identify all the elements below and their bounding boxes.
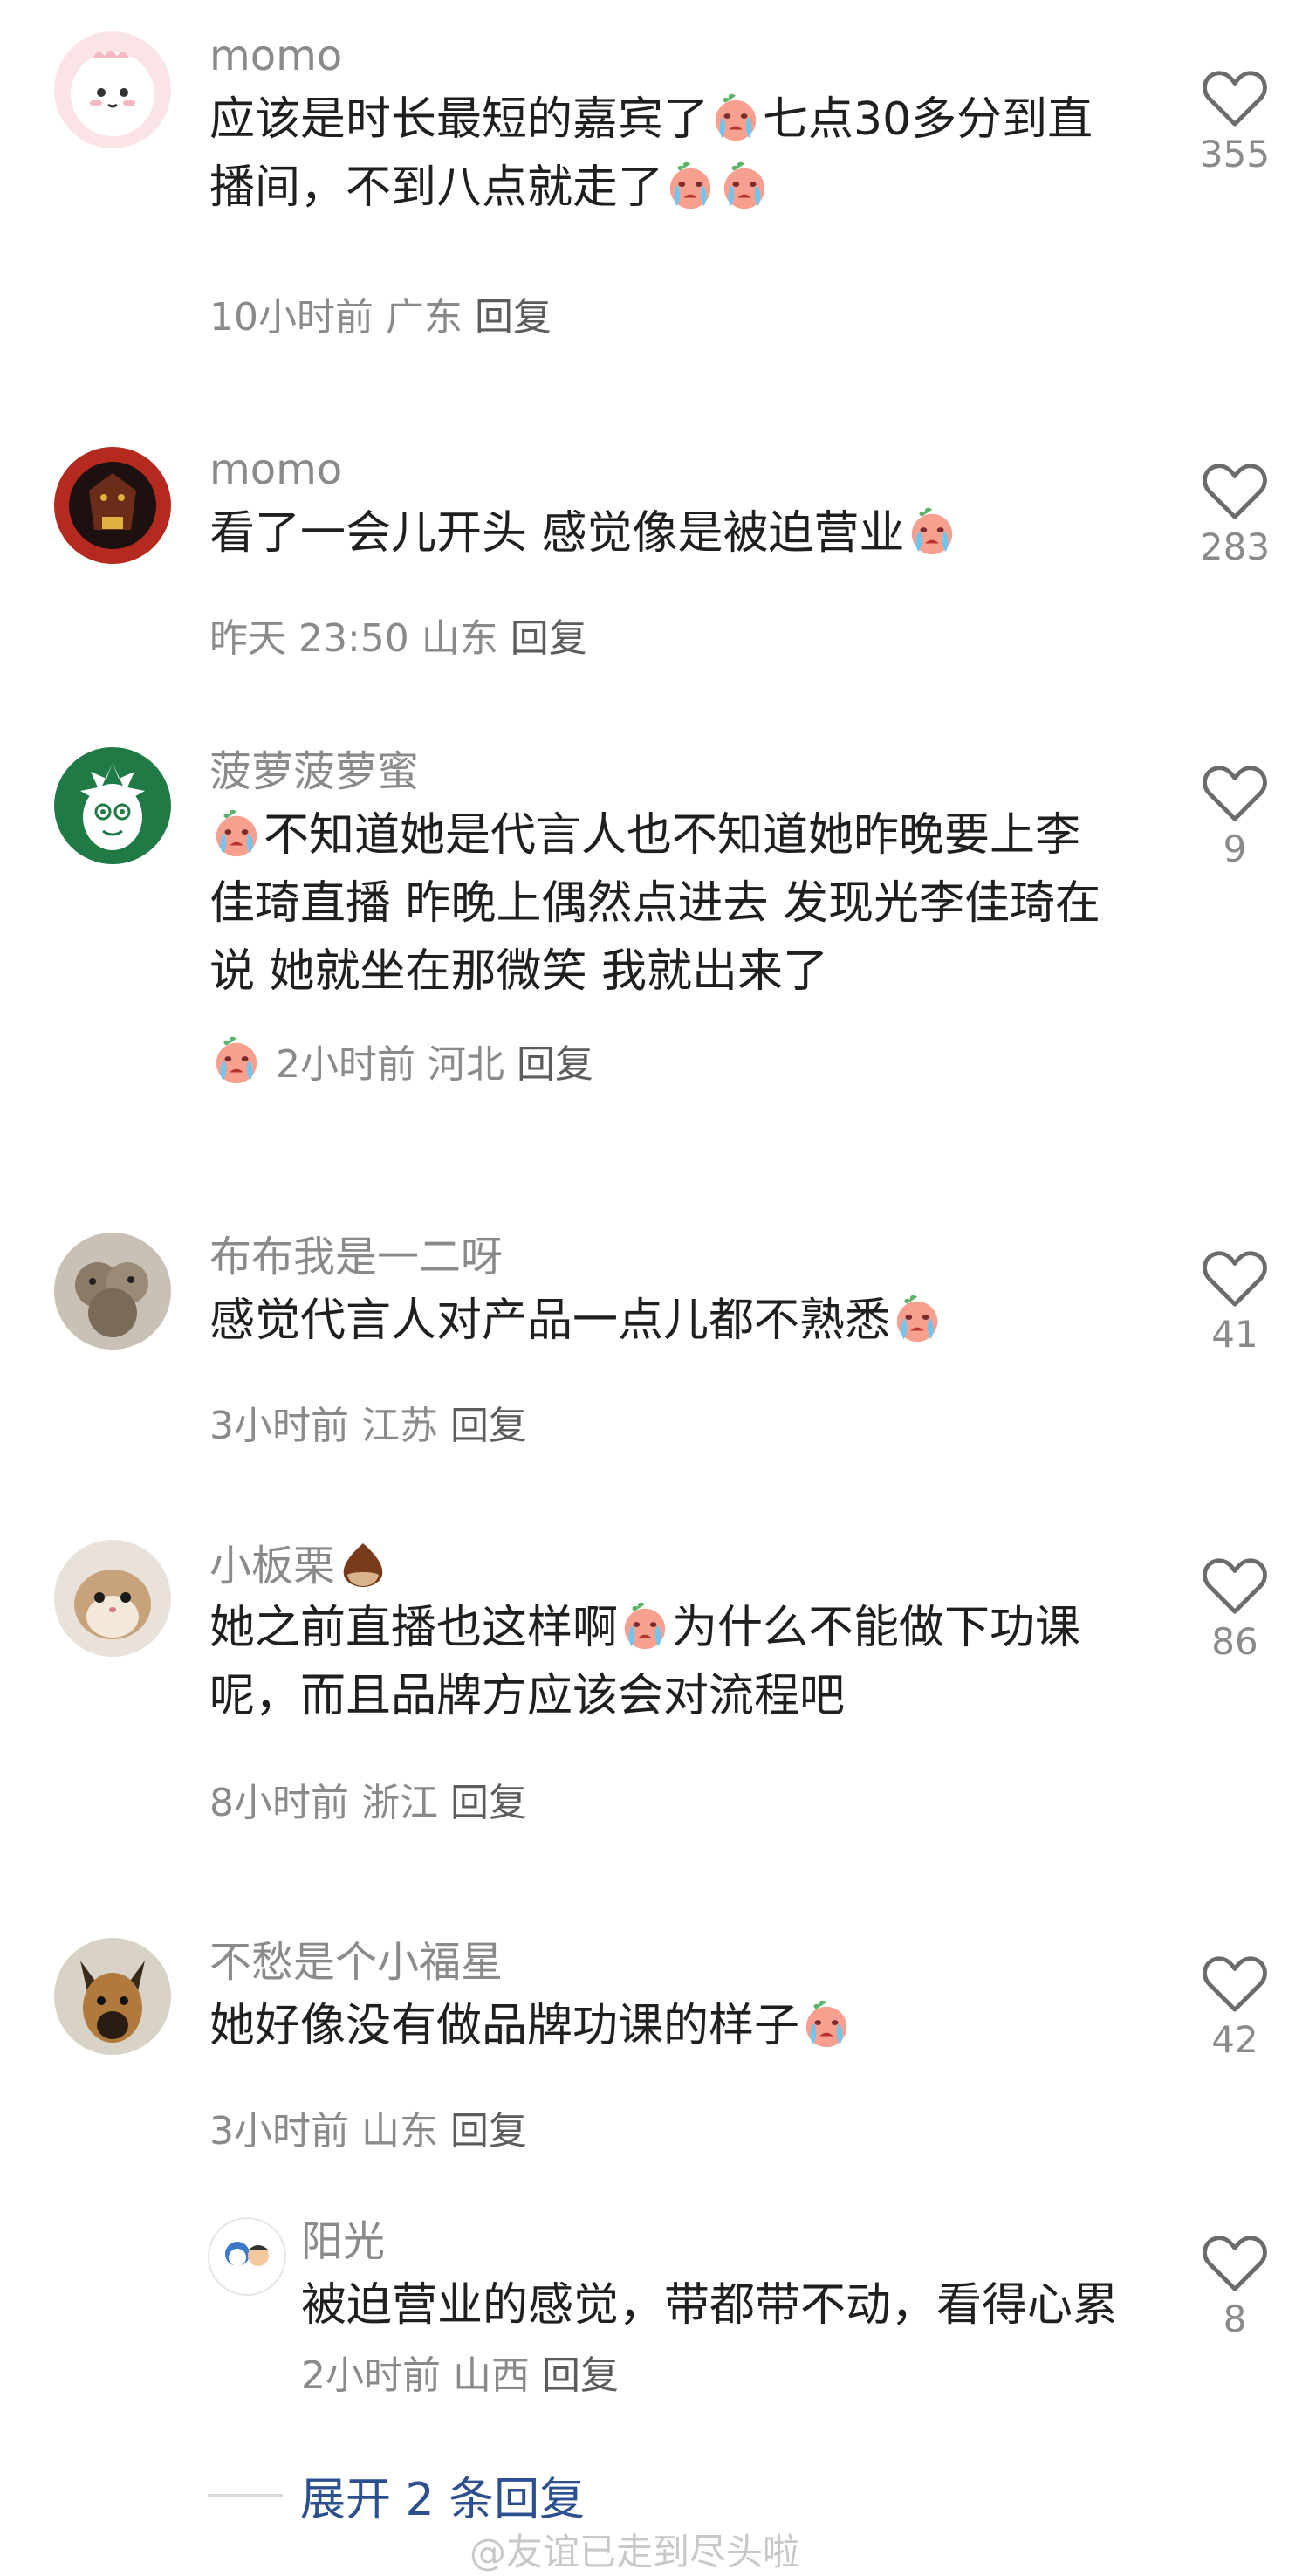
comment-location: 江苏 (361, 1404, 438, 1448)
crying-emoji-icon (907, 506, 957, 557)
expand-replies-label: 展开 2 条回复 (300, 2473, 586, 2526)
comment-text-part: 看了一会儿开头 感觉像是被迫营业 (209, 507, 905, 560)
crying-emoji-icon (620, 1601, 670, 1652)
comment-text-part: 她好像没有做品牌功课的样子 (209, 2000, 800, 2052)
comment-location: 广东 (386, 295, 463, 340)
comment-meta: 3小时前 山东 回复 (209, 2107, 527, 2156)
green-mermaid-avatar[interactable] (54, 747, 171, 864)
comment-meta: 8小时前 浙江 回复 (209, 1779, 527, 1828)
comment-meta: 2小时前 河北 回复 (209, 1035, 593, 1090)
comment-text-part: 应该是时长最短的嘉宾了 (209, 93, 709, 146)
comment-text: 看了一会儿开头 感觉像是被迫营业 (209, 499, 1108, 567)
comment-time: 3小时前 (209, 1404, 349, 1448)
comment-username[interactable]: momo (209, 31, 342, 80)
comment-meta: 昨天 23:50 山东 回复 (209, 615, 587, 663)
comment-text-part: 她之前直播也这样啊 (209, 1602, 619, 1654)
comment-time: 昨天 23:50 (209, 616, 409, 661)
comment-time: 2小时前 (276, 1042, 415, 1087)
like-count: 86 (1211, 1620, 1258, 1663)
comment-time: 8小时前 (209, 1781, 349, 1825)
comment-username[interactable]: 布布我是一二呀 (209, 1233, 503, 1281)
heart-icon (1201, 68, 1269, 129)
comment-time: 10小时前 (209, 295, 374, 340)
expand-replies-button[interactable]: 展开 2 条回复 (208, 2470, 585, 2526)
reply-text: 被迫营业的感觉，带都带不动，看得心累 2小时前 山西 回复 (301, 2271, 1139, 2410)
crying-emoji-icon (211, 808, 262, 859)
like-count: 8 (1223, 2298, 1247, 2340)
crying-emoji-icon (665, 161, 716, 211)
heart-icon (1201, 1556, 1269, 1617)
reply-location: 山西 (453, 2353, 530, 2398)
comment-text: 不知道她是代言人也不知道她昨晚要上李佳琦直播 昨晚上偶然点进去 发现光李佳琦在说… (209, 801, 1108, 1006)
comment-location: 河北 (428, 1042, 504, 1087)
pink-cat-avatar[interactable] (54, 31, 171, 148)
red-warrior-avatar[interactable] (54, 447, 171, 564)
reply-button[interactable]: 回复 (542, 2353, 619, 2398)
reply-text-part: 被迫营业的感觉，带都带不动，看得心累 (301, 2279, 1119, 2332)
dog-avatar[interactable] (54, 1938, 171, 2055)
crying-emoji-icon (211, 1035, 262, 1086)
reply-button[interactable]: 回复 (517, 1042, 593, 1087)
like-button[interactable]: 283 (1187, 461, 1283, 568)
like-button[interactable]: 41 (1187, 1248, 1283, 1356)
watermark: @友谊已走到尽头啦 (469, 2531, 800, 2573)
heart-icon (1201, 763, 1269, 824)
comment-username[interactable]: 菠萝菠萝蜜 (209, 747, 419, 796)
like-count: 283 (1199, 526, 1271, 568)
like-count: 9 (1223, 828, 1247, 870)
heart-icon (1201, 461, 1269, 522)
heart-icon (1201, 1954, 1269, 2015)
crying-emoji-icon (801, 1999, 852, 2050)
heart-icon (1201, 2233, 1269, 2294)
comment-text: 感觉代言人对产品一点儿都不熟悉 (209, 1287, 1108, 1355)
comment-username[interactable]: 不愁是个小福星 (209, 1938, 503, 1987)
reply-button[interactable]: 回复 (511, 616, 587, 661)
like-button[interactable]: 355 (1187, 68, 1283, 175)
like-button[interactable]: 42 (1187, 1954, 1283, 2061)
reply-username[interactable]: 阳光 (301, 2217, 385, 2266)
like-button[interactable]: 8 (1187, 2233, 1283, 2340)
comment-location: 山东 (421, 616, 498, 661)
comment-text-part: 不知道她是代言人也不知道她昨晚要上李佳琦直播 昨晚上偶然点进去 发现光李佳琦在说… (209, 809, 1101, 998)
reply-time: 2小时前 (301, 2353, 441, 2398)
like-count: 42 (1211, 2018, 1258, 2061)
chestnut-icon (343, 1543, 383, 1587)
comment-text: 她好像没有做品牌功课的样子 (209, 1992, 1108, 2060)
comment-location: 山东 (361, 2109, 438, 2154)
comment-username[interactable]: 小板栗 (209, 1540, 387, 1590)
comment-location: 浙江 (361, 1781, 438, 1825)
reply-button[interactable]: 回复 (450, 1404, 527, 1448)
like-count: 41 (1211, 1313, 1258, 1356)
like-button[interactable]: 86 (1187, 1556, 1283, 1663)
like-count: 355 (1199, 133, 1271, 175)
heart-icon (1201, 1248, 1269, 1309)
reply-button[interactable]: 回复 (450, 1781, 527, 1825)
comment-text: 应该是时长最短的嘉宾了 七点30多分到直播间，不到八点就走了 (209, 86, 1108, 222)
comment-username-text: 小板栗 (209, 1542, 336, 1590)
comment-meta: 10小时前 广东 回复 (209, 293, 552, 342)
comment-time: 3小时前 (209, 2109, 349, 2154)
reply-button[interactable]: 回复 (450, 2109, 527, 2154)
reply-button[interactable]: 回复 (475, 295, 552, 340)
like-button[interactable]: 9 (1187, 763, 1283, 870)
crying-emoji-icon (892, 1294, 942, 1344)
comment-username[interactable]: momo (209, 445, 342, 494)
hamster-avatar[interactable] (54, 1540, 171, 1657)
crying-emoji-icon (719, 161, 770, 211)
comment-text: 她之前直播也这样啊 为什么不能做下功课呢，而且品牌方应该会对流程吧 (209, 1594, 1108, 1730)
divider (208, 2493, 283, 2497)
comment-meta: 3小时前 江苏 回复 (209, 1402, 527, 1451)
cartoon-avatar[interactable] (208, 2217, 286, 2296)
bear-photo-avatar[interactable] (54, 1233, 171, 1350)
comment-text-part: 感觉代言人对产品一点儿都不熟悉 (209, 1295, 891, 1347)
crying-emoji-icon (710, 93, 761, 143)
reply-meta: 2小时前 山西 回复 (301, 2353, 619, 2398)
